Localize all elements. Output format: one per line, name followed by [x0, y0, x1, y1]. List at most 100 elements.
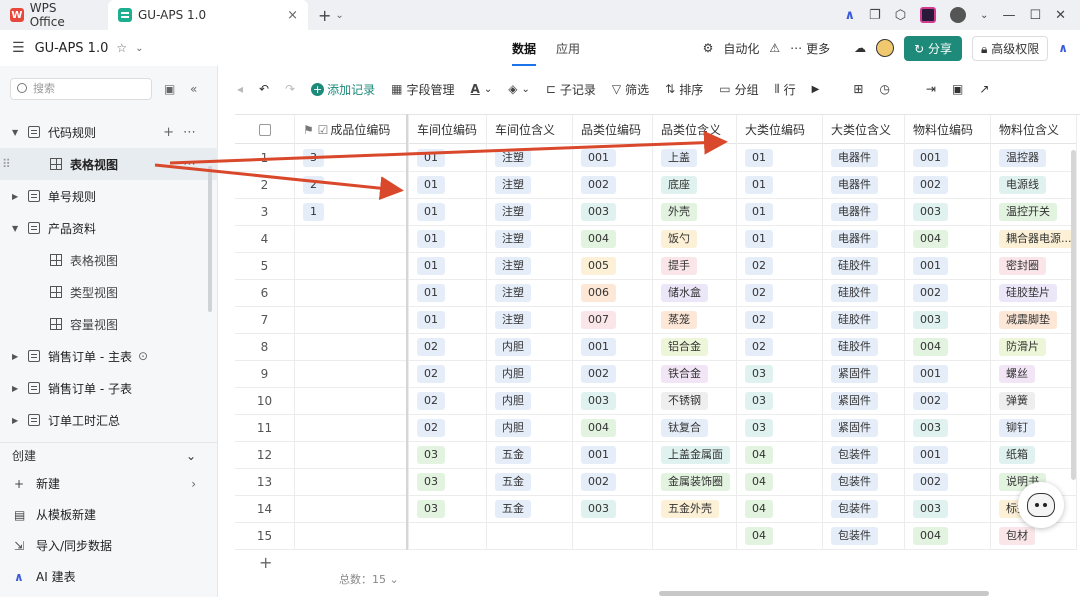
panel-icon[interactable]: ▣	[164, 82, 175, 96]
add-record-button[interactable]: + 添加记录	[311, 81, 375, 98]
table-cell[interactable]: 04	[737, 495, 823, 522]
table-cell[interactable]: 004	[905, 522, 991, 549]
caret-down-icon[interactable]: ▼	[12, 224, 22, 233]
table-cell[interactable]: 02	[409, 414, 487, 441]
table-cell[interactable]: 硅胶垫片	[991, 279, 1077, 306]
table-cell[interactable]	[295, 495, 409, 522]
row-number[interactable]: 10	[235, 387, 295, 414]
table-cell[interactable]: 外壳	[653, 198, 737, 225]
column-header[interactable]: 品类位含义	[653, 115, 737, 144]
add-icon[interactable]: +	[163, 125, 174, 140]
more-toolbar-icon[interactable]: ▶	[812, 84, 820, 95]
sidebar-scrollbar[interactable]	[208, 166, 212, 312]
table-cell[interactable]: 04	[737, 522, 823, 549]
table-cell[interactable]: 01	[737, 144, 823, 171]
caret-right-icon[interactable]: ▶	[12, 352, 22, 361]
table-cell[interactable]: 01	[409, 252, 487, 279]
chevron-down-icon[interactable]: ⌄	[335, 10, 343, 21]
table-cell[interactable]: 002	[573, 360, 653, 387]
table-cell[interactable]: 01	[409, 144, 487, 171]
table-cell[interactable]: 001	[573, 333, 653, 360]
sidebar-item-product-info[interactable]: ▼ 产品资料	[0, 212, 218, 244]
tab-gu-aps[interactable]: GU-APS 1.0 ×	[108, 0, 308, 30]
create-heading[interactable]: 创建 ⌄	[0, 442, 218, 468]
table-cell[interactable]: 注塑	[487, 279, 573, 306]
app-badge-icon[interactable]	[920, 7, 937, 23]
table-cell[interactable]: 02	[409, 387, 487, 414]
sidebar-item-sales-order-sub[interactable]: ▶ 销售订单 - 子表	[0, 372, 218, 404]
chevron-down-icon[interactable]: ⌄	[135, 43, 143, 54]
table-cell[interactable]: 蒸笼	[653, 306, 737, 333]
table-cell[interactable]: 内胆	[487, 414, 573, 441]
table-cell[interactable]: 01	[737, 198, 823, 225]
table-cell[interactable]: 耦合器电源...	[991, 225, 1077, 252]
export-icon[interactable]: ⇥	[926, 82, 936, 96]
filter-button[interactable]: ▽ 筛选	[612, 81, 649, 98]
table-row[interactable]: 1 3 01 注塑 001 上盖 01 电器件 001 温控器	[235, 144, 1077, 172]
table-cell[interactable]	[295, 333, 409, 360]
group-button[interactable]: ▭ 分组	[719, 81, 758, 98]
table-cell[interactable]: 001	[573, 441, 653, 468]
new-tab-button[interactable]: +	[318, 6, 331, 25]
table-cell[interactable]: 温控开关	[991, 198, 1077, 225]
sort-button[interactable]: ⇅ 排序	[665, 81, 703, 98]
table-cell[interactable]: 003	[905, 495, 991, 522]
table-cell[interactable]: 003	[905, 306, 991, 333]
table-cell[interactable]: 五金	[487, 441, 573, 468]
more-button[interactable]: 更多	[806, 40, 830, 57]
row-number[interactable]: 2	[235, 171, 295, 198]
close-tab-icon[interactable]: ×	[287, 8, 298, 23]
table-cell[interactable]: 002	[573, 171, 653, 198]
add-row-button[interactable]: +	[259, 553, 272, 572]
doc-title[interactable]: GU-APS 1.0	[35, 41, 109, 56]
table-row[interactable]: 3 1 01 注塑 003 外壳 01 电器件 003 温控开关	[235, 198, 1077, 226]
column-header[interactable]: 车间位含义	[487, 115, 573, 144]
row-number[interactable]: 8	[235, 333, 295, 360]
table-row[interactable]: 12 03 五金 001 上盖金属面 04 包装件 001 纸箱	[235, 441, 1077, 469]
table-cell[interactable]: 03	[737, 414, 823, 441]
caret-right-icon[interactable]: ▶	[12, 416, 22, 425]
chevron-down-icon[interactable]: ⌄	[980, 10, 988, 21]
table-cell[interactable]: 饭勺	[653, 225, 737, 252]
table-cell[interactable]: 04	[737, 468, 823, 495]
table-cell[interactable]: 储水盒	[653, 279, 737, 306]
table-cell[interactable]: 003	[573, 387, 653, 414]
table-cell[interactable]	[409, 522, 487, 549]
copy-icon[interactable]: ❐	[869, 8, 881, 23]
ai-create-table-button[interactable]: ∧ AI 建表	[0, 561, 218, 592]
row-number[interactable]: 6	[235, 279, 295, 306]
table-cell[interactable]: 铝合金	[653, 333, 737, 360]
table-cell[interactable]	[295, 468, 409, 495]
table-cell[interactable]: 密封圈	[991, 252, 1077, 279]
table-cell[interactable]: 2	[295, 171, 409, 198]
table-cell[interactable]: 五金	[487, 495, 573, 522]
frozen-column-divider[interactable]	[406, 114, 408, 550]
table-cell[interactable]: 纸箱	[991, 441, 1077, 468]
column-header[interactable]: 物料位编码	[905, 115, 991, 144]
table-cell[interactable]: 001	[905, 360, 991, 387]
minimize-icon[interactable]: —	[1002, 8, 1015, 23]
layout-icon[interactable]: ⊞	[853, 82, 863, 96]
table-cell[interactable]: 01	[409, 225, 487, 252]
record-count[interactable]: 总数：15 ⌄	[339, 571, 399, 587]
table-cell[interactable]: 注塑	[487, 252, 573, 279]
automation-button[interactable]: 自动化	[723, 40, 759, 57]
ai-icon[interactable]: ∧	[1058, 41, 1068, 55]
sub-record-button[interactable]: ⊏ 子记录	[546, 81, 596, 98]
text-color-button[interactable]: A ⌄	[471, 82, 493, 96]
table-cell[interactable]: 02	[737, 306, 823, 333]
fill-color-button[interactable]: ◈ ⌄	[508, 82, 530, 96]
table-cell[interactable]: 不锈钢	[653, 387, 737, 414]
sidebar-item-code-rules[interactable]: ▼ 代码规则 + ⋯	[0, 116, 218, 148]
table-cell[interactable]	[295, 414, 409, 441]
table-cell[interactable]	[295, 360, 409, 387]
table-cell[interactable]: 内胆	[487, 387, 573, 414]
table-cell[interactable]: 铁合金	[653, 360, 737, 387]
table-cell[interactable]: 减震脚垫	[991, 306, 1077, 333]
table-cell[interactable]: 04	[737, 441, 823, 468]
share-link-icon[interactable]: ↗	[979, 82, 989, 96]
sidebar-item-order-hours[interactable]: ▶ 订单工时汇总	[0, 404, 218, 436]
row-height-button[interactable]: ⫴ 行	[775, 81, 796, 98]
table-cell[interactable]: 包装件	[823, 495, 905, 522]
sidebar-item-capacity-view[interactable]: 容量视图	[0, 308, 218, 340]
